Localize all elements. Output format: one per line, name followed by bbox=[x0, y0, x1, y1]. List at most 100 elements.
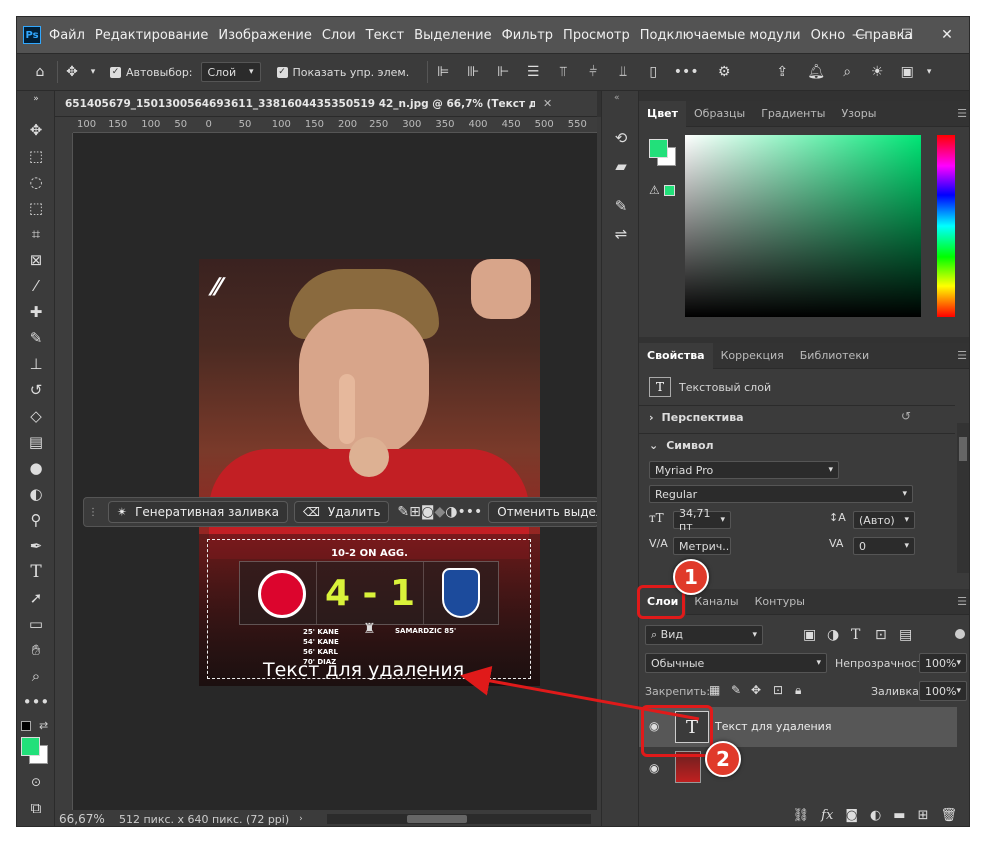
fill-field[interactable]: 100% ▾ bbox=[919, 681, 967, 701]
menu-edit[interactable]: Редактирование bbox=[95, 28, 208, 43]
tab-properties[interactable]: Свойства bbox=[639, 342, 713, 369]
menu-filter[interactable]: Фильтр bbox=[502, 28, 553, 43]
add-mask-icon[interactable]: ◙ bbox=[845, 808, 858, 823]
panel-menu-icon[interactable]: ☰ bbox=[957, 349, 967, 362]
filter-shape-icon[interactable]: ⊡ bbox=[875, 627, 887, 643]
horizontal-scrollbar[interactable] bbox=[327, 814, 591, 824]
delete-layer-icon[interactable]: 🗑︎ bbox=[940, 808, 957, 823]
gamut-warning-icon[interactable]: ⚠ bbox=[649, 183, 660, 197]
more-tools-icon[interactable]: ••• bbox=[23, 691, 50, 713]
perspective-section[interactable]: › Перспектива bbox=[649, 411, 744, 424]
mask-icon[interactable]: ◙ bbox=[421, 504, 435, 520]
symbol-section[interactable]: ⌄ Символ bbox=[649, 439, 714, 452]
leading-field[interactable]: (Авто) ▾ bbox=[853, 511, 915, 529]
type-tool-icon[interactable]: T bbox=[23, 561, 49, 583]
visibility-eye-icon[interactable]: ◉ bbox=[649, 761, 659, 775]
menu-file[interactable]: Файл bbox=[49, 28, 85, 43]
align-center-icon[interactable]: ⊪ bbox=[458, 64, 488, 80]
properties-scrollbar[interactable] bbox=[957, 423, 969, 573]
burn-tool-icon[interactable]: ⚲ bbox=[23, 509, 49, 531]
frame-tool-icon[interactable]: ⊠ bbox=[23, 249, 49, 271]
transform-icon[interactable]: ⊞ bbox=[409, 504, 421, 520]
invert-icon[interactable]: ◑ bbox=[445, 504, 457, 520]
tab-adjustments[interactable]: Коррекция bbox=[713, 343, 792, 369]
tab-swatches[interactable]: Образцы bbox=[686, 101, 753, 127]
path-select-tool-icon[interactable]: ➚ bbox=[23, 587, 49, 609]
align-bottom-icon[interactable]: ⫫ bbox=[608, 64, 638, 80]
workspace-icon[interactable]: ▣ bbox=[892, 64, 922, 80]
lock-artboard-icon[interactable]: ⊡ bbox=[773, 683, 783, 697]
swap-colors-icon[interactable]: ⇄ bbox=[39, 719, 48, 732]
font-style-select[interactable]: Regular ▾ bbox=[649, 485, 913, 503]
tab-libraries[interactable]: Библиотеки bbox=[792, 343, 877, 369]
filter-smart-icon[interactable]: ▤ bbox=[899, 627, 912, 643]
delete-button[interactable]: ⌫ Удалить bbox=[293, 501, 390, 523]
history-brush-tool-icon[interactable]: ↺ bbox=[23, 379, 49, 401]
collapse-icon[interactable]: » bbox=[23, 93, 49, 105]
align-top-icon[interactable]: ⫪ bbox=[548, 64, 578, 80]
text-layer-content[interactable]: Текст для удаления bbox=[263, 659, 464, 681]
kerning-field[interactable]: Метрич...▾ bbox=[673, 537, 731, 555]
home-icon[interactable]: ⌂ bbox=[23, 64, 57, 80]
settings-gear-icon[interactable]: ⚙ bbox=[704, 64, 744, 80]
dodge-tool-icon[interactable]: ◐ bbox=[23, 483, 49, 505]
notifications-icon[interactable]: 🔔︎ bbox=[800, 64, 832, 80]
object-select-tool-icon[interactable]: ⬚ bbox=[23, 197, 49, 219]
adjust-panel-icon[interactable]: ⇌ bbox=[608, 223, 634, 245]
layer-style-icon[interactable]: fx bbox=[821, 808, 833, 823]
horizontal-scroll-thumb[interactable] bbox=[407, 815, 467, 823]
workspace-chevron-icon[interactable]: ▾ bbox=[922, 67, 936, 77]
align-middle-icon[interactable]: ☰ bbox=[518, 64, 548, 80]
distribute-icon[interactable]: ▯ bbox=[638, 64, 668, 80]
new-group-icon[interactable]: ▬ bbox=[893, 808, 905, 823]
gradient-tool-icon[interactable]: ▤ bbox=[23, 431, 49, 453]
tab-patterns[interactable]: Узоры bbox=[833, 101, 884, 127]
lock-transparent-icon[interactable]: ▦ bbox=[709, 683, 720, 697]
quick-mask-icon[interactable]: ⊙ bbox=[23, 771, 49, 793]
filter-type-icon[interactable]: T bbox=[851, 627, 860, 643]
foreground-color-swatch[interactable] bbox=[21, 737, 40, 756]
move-tool-icon[interactable]: ✥ bbox=[23, 119, 49, 141]
shape-tool-icon[interactable]: ▭ bbox=[23, 613, 49, 635]
blend-mode-select[interactable]: Обычные ▾ bbox=[645, 653, 827, 673]
expand-icon[interactable]: « bbox=[614, 93, 620, 103]
status-chevron-icon[interactable]: › bbox=[299, 814, 303, 824]
search-icon[interactable]: ⌕ bbox=[832, 64, 862, 80]
menu-type[interactable]: Текст bbox=[366, 28, 405, 43]
autoselect-dropdown[interactable]: Слой ▾ bbox=[200, 62, 261, 82]
filter-adjust-icon[interactable]: ◑ bbox=[827, 627, 839, 643]
eraser-tool-icon[interactable]: ◇ bbox=[23, 405, 49, 427]
autoselect-checkbox[interactable]: ✓ bbox=[110, 66, 121, 78]
discover-icon[interactable]: ☀ bbox=[862, 64, 892, 80]
tab-gradients[interactable]: Градиенты bbox=[753, 101, 833, 127]
align-right-icon[interactable]: ⊩ bbox=[488, 64, 518, 80]
screen-mode-icon[interactable]: ⧉ bbox=[23, 797, 49, 819]
eyedropper-tool-icon[interactable]: ⁄ bbox=[23, 275, 49, 297]
menu-select[interactable]: Выделение bbox=[414, 28, 491, 43]
font-family-select[interactable]: Myriad Pro ▾ bbox=[649, 461, 839, 479]
blur-tool-icon[interactable]: ● bbox=[23, 457, 49, 479]
hand-tool-icon[interactable]: ✋︎ bbox=[23, 639, 49, 661]
zoom-level[interactable]: 66,67% bbox=[55, 812, 111, 826]
layer-name[interactable]: Текст для удаления bbox=[715, 720, 831, 733]
document-tab[interactable]: 651405679_1501300564693611_3381604435350… bbox=[55, 91, 597, 117]
menu-image[interactable]: Изображение bbox=[218, 28, 311, 43]
marquee-tool-icon[interactable]: ⬚ bbox=[23, 145, 49, 167]
brush-icon[interactable]: ✎ bbox=[397, 504, 409, 520]
move-tool-icon[interactable]: ✥ bbox=[58, 64, 86, 80]
menu-plugins[interactable]: Подключаемые модули bbox=[640, 28, 801, 43]
fill-icon[interactable]: ◆ bbox=[434, 504, 445, 520]
gamut-swatch[interactable] bbox=[664, 185, 675, 196]
align-left-icon[interactable]: ⊫ bbox=[428, 64, 458, 80]
healing-brush-tool-icon[interactable]: ✚ bbox=[23, 301, 49, 323]
zoom-tool-icon[interactable]: ⌕ bbox=[23, 665, 49, 687]
close-document-icon[interactable]: ✕ bbox=[543, 97, 552, 110]
comments-panel-icon[interactable]: ▰ bbox=[608, 155, 634, 177]
chevron-down-icon[interactable]: ▾ bbox=[86, 67, 100, 77]
reset-icon[interactable]: ↺ bbox=[901, 409, 911, 423]
brush-settings-icon[interactable]: ✎ bbox=[608, 195, 634, 217]
tracking-field[interactable]: 0 ▾ bbox=[853, 537, 915, 555]
lock-position-icon[interactable]: ✥ bbox=[751, 683, 761, 697]
lasso-tool-icon[interactable]: ◌ bbox=[23, 171, 49, 193]
more-options-icon[interactable]: ••• bbox=[668, 64, 704, 80]
